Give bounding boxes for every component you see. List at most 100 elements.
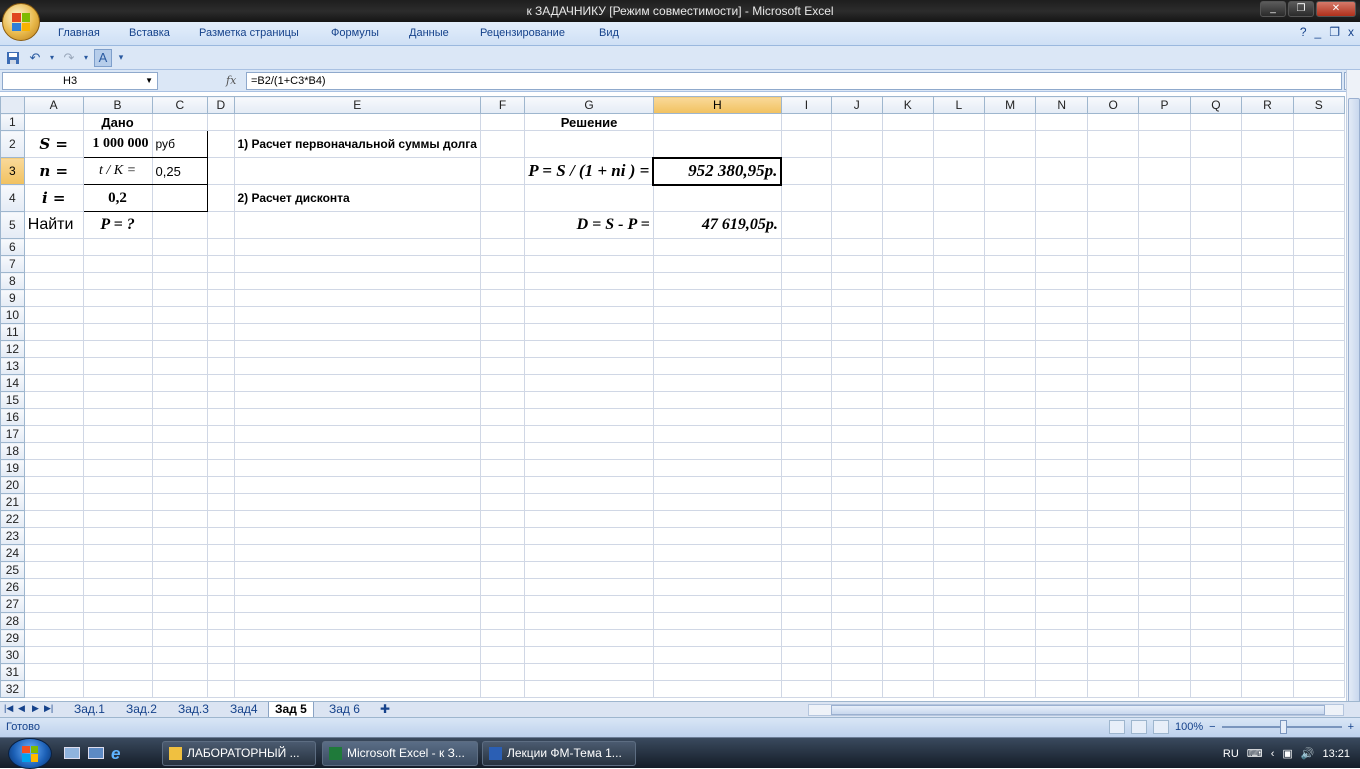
cell-e8[interactable] xyxy=(233,272,481,290)
cell-h5[interactable]: 47 619,05р. xyxy=(652,211,782,239)
cell-s9[interactable] xyxy=(1292,289,1345,307)
cell-m11[interactable] xyxy=(983,323,1037,341)
cell-p17[interactable] xyxy=(1138,425,1191,443)
cell-r24[interactable] xyxy=(1241,544,1294,562)
cell-d16[interactable] xyxy=(207,408,235,426)
cell-a19[interactable] xyxy=(23,459,84,477)
cell-i11[interactable] xyxy=(780,323,832,341)
cell-k17[interactable] xyxy=(881,425,934,443)
cell-n18[interactable] xyxy=(1035,442,1088,460)
cell-b23[interactable] xyxy=(82,527,153,545)
cell-g6[interactable] xyxy=(524,238,654,256)
cell-r1[interactable] xyxy=(1241,113,1294,131)
cell-m18[interactable] xyxy=(983,442,1037,460)
chevron-down-icon[interactable]: ▾ xyxy=(48,49,56,67)
column-header[interactable]: H xyxy=(652,96,782,114)
cell-l26[interactable] xyxy=(932,578,985,596)
cell-a32[interactable] xyxy=(23,680,84,698)
cell-b15[interactable] xyxy=(82,391,153,409)
last-sheet-icon[interactable]: ▶| xyxy=(44,703,53,714)
insert-function-icon[interactable]: fx xyxy=(226,74,236,87)
cell-j9[interactable] xyxy=(830,289,883,307)
cell-l22[interactable] xyxy=(932,510,985,528)
cell-a29[interactable] xyxy=(23,629,84,647)
cell-g15[interactable] xyxy=(524,391,654,409)
cell-m24[interactable] xyxy=(983,544,1037,562)
column-header[interactable]: K xyxy=(881,96,934,114)
cell-r6[interactable] xyxy=(1241,238,1294,256)
cell-c22[interactable] xyxy=(151,510,209,528)
cell-n2[interactable] xyxy=(1035,130,1088,158)
spreadsheet[interactable]: ABCDEFGHIJKLMNOPQRS 1 Дано Решение 2 S = 1 00… xyxy=(0,96,1345,698)
row-header[interactable]: 9 xyxy=(0,289,25,307)
cell-a25[interactable] xyxy=(23,561,84,579)
scroll-thumb[interactable] xyxy=(1348,98,1360,718)
cell-i6[interactable] xyxy=(780,238,832,256)
cell-o4[interactable] xyxy=(1086,184,1140,212)
cell-n24[interactable] xyxy=(1035,544,1088,562)
cell-l29[interactable] xyxy=(932,629,985,647)
column-header[interactable]: B xyxy=(82,96,153,114)
cell-l19[interactable] xyxy=(932,459,985,477)
cell-j20[interactable] xyxy=(830,476,883,494)
prev-sheet-icon[interactable]: ◀ xyxy=(18,703,25,714)
cell-d11[interactable] xyxy=(207,323,235,341)
cell-s31[interactable] xyxy=(1292,663,1345,681)
cell-r2[interactable] xyxy=(1241,130,1294,158)
cell-i13[interactable] xyxy=(780,357,832,375)
cell-p10[interactable] xyxy=(1138,306,1191,324)
format-painter-icon[interactable]: A xyxy=(94,48,112,67)
cell-m19[interactable] xyxy=(983,459,1037,477)
cell-q31[interactable] xyxy=(1189,663,1243,681)
cell-g18[interactable] xyxy=(524,442,654,460)
cell-h18[interactable] xyxy=(652,442,782,460)
cell-q9[interactable] xyxy=(1189,289,1243,307)
cell-e26[interactable] xyxy=(233,578,481,596)
cell-r26[interactable] xyxy=(1241,578,1294,596)
row-header[interactable]: 25 xyxy=(0,561,25,579)
cell-c8[interactable] xyxy=(151,272,209,290)
cell-c31[interactable] xyxy=(151,663,209,681)
cell-c29[interactable] xyxy=(151,629,209,647)
cell-b5[interactable]: P = ? xyxy=(82,211,153,239)
cell-p24[interactable] xyxy=(1138,544,1191,562)
cell-r21[interactable] xyxy=(1241,493,1294,511)
cell-i2[interactable] xyxy=(780,130,832,158)
row-header[interactable]: 2 xyxy=(0,130,25,158)
cell-s19[interactable] xyxy=(1292,459,1345,477)
cell-c12[interactable] xyxy=(151,340,209,358)
cell-n1[interactable] xyxy=(1035,113,1088,131)
cell-k16[interactable] xyxy=(881,408,934,426)
cell-h9[interactable] xyxy=(652,289,782,307)
clock[interactable]: 13:21 xyxy=(1322,748,1350,760)
cell-m12[interactable] xyxy=(983,340,1037,358)
cell-a15[interactable] xyxy=(23,391,84,409)
cell-s20[interactable] xyxy=(1292,476,1345,494)
cell-c19[interactable] xyxy=(151,459,209,477)
cell-o23[interactable] xyxy=(1086,527,1140,545)
cell-j22[interactable] xyxy=(830,510,883,528)
cell-k13[interactable] xyxy=(881,357,934,375)
cell-q20[interactable] xyxy=(1189,476,1243,494)
tab-review[interactable]: Рецензирование xyxy=(480,27,565,39)
cell-o6[interactable] xyxy=(1086,238,1140,256)
cell-h13[interactable] xyxy=(652,357,782,375)
cell-l24[interactable] xyxy=(932,544,985,562)
cell-k4[interactable] xyxy=(881,184,934,212)
row-header[interactable]: 28 xyxy=(0,612,25,630)
cell-s21[interactable] xyxy=(1292,493,1345,511)
cell-n26[interactable] xyxy=(1035,578,1088,596)
cell-g1[interactable]: Решение xyxy=(524,113,654,131)
cell-p15[interactable] xyxy=(1138,391,1191,409)
cell-o25[interactable] xyxy=(1086,561,1140,579)
cell-b9[interactable] xyxy=(82,289,153,307)
cell-m14[interactable] xyxy=(983,374,1037,392)
cell-f31[interactable] xyxy=(479,663,526,681)
cell-k27[interactable] xyxy=(881,595,934,613)
cell-h4[interactable] xyxy=(652,184,782,212)
cell-q21[interactable] xyxy=(1189,493,1243,511)
cell-n31[interactable] xyxy=(1035,663,1088,681)
cell-c11[interactable] xyxy=(151,323,209,341)
cell-l17[interactable] xyxy=(932,425,985,443)
cell-e20[interactable] xyxy=(233,476,481,494)
